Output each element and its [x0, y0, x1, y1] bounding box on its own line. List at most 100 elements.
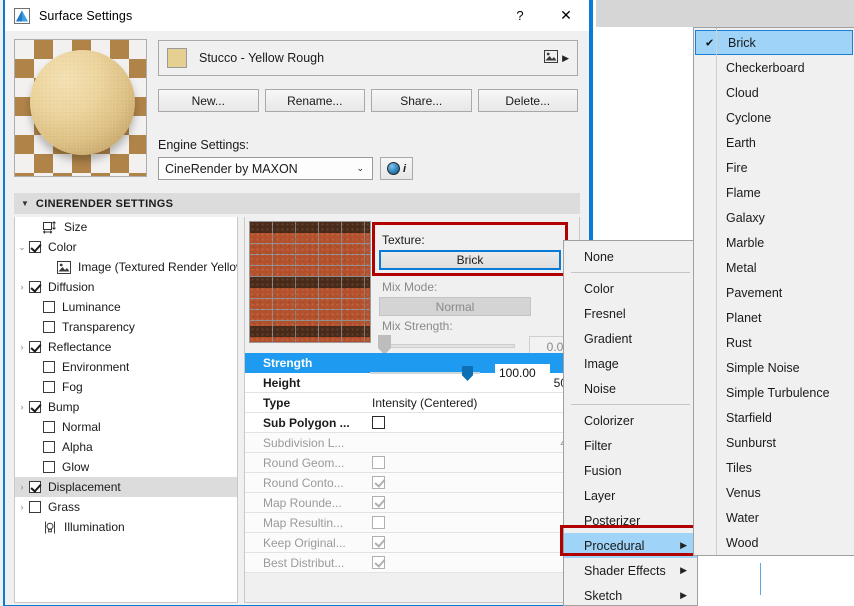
- engine-info-button[interactable]: i: [380, 157, 413, 180]
- engine-settings-dropdown[interactable]: CineRender by MAXON ⌄: [158, 157, 373, 180]
- submenu-item[interactable]: Wood: [694, 530, 854, 555]
- menu-item[interactable]: Posterizer: [564, 508, 697, 533]
- texture-shader-button[interactable]: Brick: [379, 250, 561, 270]
- property-row[interactable]: Height 50: [245, 373, 579, 393]
- property-checkbox[interactable]: [372, 456, 385, 469]
- new-button[interactable]: New...: [158, 89, 259, 112]
- submenu-item[interactable]: Metal: [694, 255, 854, 280]
- tree-checkbox[interactable]: [43, 421, 55, 433]
- collapsed-arrow-icon[interactable]: ›: [15, 502, 29, 512]
- material-name-field[interactable]: Stucco - Yellow Rough ▶: [158, 40, 578, 76]
- tree-checkbox[interactable]: [29, 481, 41, 493]
- mix-strength-slider-track[interactable]: [385, 344, 515, 348]
- property-checkbox[interactable]: [372, 476, 385, 489]
- shader-context-menu[interactable]: None Color Fresnel Gradient Image Noise Colori…: [563, 240, 698, 606]
- tree-checkbox[interactable]: [43, 361, 55, 373]
- share-button[interactable]: Share...: [371, 89, 472, 112]
- collapsed-arrow-icon[interactable]: ›: [15, 282, 29, 292]
- tree-checkbox[interactable]: [43, 461, 55, 473]
- submenu-item[interactable]: Fire: [694, 155, 854, 180]
- mix-mode-dropdown[interactable]: Normal: [379, 297, 531, 316]
- tree-row[interactable]: Alpha: [15, 437, 237, 457]
- brick-texture-preview[interactable]: [249, 221, 371, 343]
- menu-item[interactable]: Image: [564, 351, 697, 376]
- submenu-item[interactable]: Rust: [694, 330, 854, 355]
- menu-item[interactable]: Colorizer: [564, 408, 697, 433]
- tree-row[interactable]: Environment: [15, 357, 237, 377]
- mix-strength-slider-knob[interactable]: [378, 335, 391, 355]
- property-value[interactable]: [362, 516, 579, 529]
- tree-row[interactable]: › Bump: [15, 397, 237, 417]
- submenu-item[interactable]: Starfield: [694, 405, 854, 430]
- menu-item[interactable]: Layer: [564, 483, 697, 508]
- rename-button[interactable]: Rename...: [264, 89, 365, 112]
- tree-checkbox[interactable]: [29, 341, 41, 353]
- submenu-item[interactable]: Venus: [694, 480, 854, 505]
- tree-row[interactable]: Luminance: [15, 297, 237, 317]
- property-checkbox[interactable]: [372, 516, 385, 529]
- submenu-item[interactable]: Checkerboard: [694, 55, 854, 80]
- tree-row[interactable]: › Grass: [15, 497, 237, 517]
- tree-row[interactable]: Fog: [15, 377, 237, 397]
- tree-row[interactable]: › Displacement: [15, 477, 237, 497]
- tree-checkbox[interactable]: [29, 401, 41, 413]
- chevron-right-icon[interactable]: ▶: [562, 53, 569, 64]
- close-button[interactable]: ✕: [543, 1, 589, 31]
- submenu-item[interactable]: Simple Turbulence: [694, 380, 854, 405]
- tree-row[interactable]: Glow: [15, 457, 237, 477]
- property-checkbox[interactable]: [372, 416, 385, 429]
- property-checkbox[interactable]: [372, 556, 385, 569]
- tree-row[interactable]: › Reflectance: [15, 337, 237, 357]
- delete-button[interactable]: Delete...: [477, 89, 578, 112]
- submenu-item[interactable]: Sunburst: [694, 430, 854, 455]
- submenu-item[interactable]: Earth: [694, 130, 854, 155]
- property-row[interactable]: Round Geom...: [245, 453, 579, 473]
- tree-row[interactable]: Size: [15, 217, 237, 237]
- tree-row[interactable]: Image (Textured Render Yellow G:: [15, 257, 237, 277]
- property-value[interactable]: [362, 416, 579, 429]
- tree-checkbox[interactable]: [43, 301, 55, 313]
- collapsed-arrow-icon[interactable]: ›: [15, 402, 29, 412]
- property-value[interactable]: [362, 556, 579, 569]
- property-row[interactable]: Map Resultin...: [245, 513, 579, 533]
- property-row[interactable]: Strength 100.00: [245, 353, 579, 382]
- submenu-item[interactable]: Tiles: [694, 455, 854, 480]
- menu-item[interactable]: Color: [564, 276, 697, 301]
- property-row[interactable]: Best Distribut...: [245, 553, 579, 573]
- menu-item[interactable]: Noise: [564, 376, 697, 401]
- submenu-item[interactable]: Planet: [694, 305, 854, 330]
- help-button[interactable]: ?: [497, 1, 543, 31]
- property-checkbox[interactable]: [372, 536, 385, 549]
- property-checkbox[interactable]: [372, 496, 385, 509]
- property-row[interactable]: Type Intensity (Centered): [245, 393, 579, 413]
- menu-item[interactable]: Shader Effects ▶: [564, 558, 697, 583]
- expanded-arrow-icon[interactable]: ⌄: [15, 242, 29, 253]
- submenu-item[interactable]: Pavement: [694, 280, 854, 305]
- procedural-submenu[interactable]: ✔ Brick Checkerboard Cloud Cyclone Earth Fire F…: [693, 27, 854, 556]
- property-value[interactable]: [362, 456, 579, 469]
- submenu-item[interactable]: Galaxy: [694, 205, 854, 230]
- tree-row[interactable]: Illumination: [15, 517, 237, 537]
- submenu-item[interactable]: Flame: [694, 180, 854, 205]
- tree-checkbox[interactable]: [29, 281, 41, 293]
- property-value[interactable]: [362, 496, 579, 509]
- tree-row[interactable]: Transparency: [15, 317, 237, 337]
- collapsed-arrow-icon[interactable]: ›: [15, 482, 29, 492]
- submenu-item[interactable]: Marble: [694, 230, 854, 255]
- tree-checkbox[interactable]: [29, 501, 41, 513]
- submenu-item[interactable]: Water: [694, 505, 854, 530]
- submenu-item[interactable]: Cloud: [694, 80, 854, 105]
- property-row[interactable]: Sub Polygon ...: [245, 413, 579, 433]
- tree-row[interactable]: ⌄ Color: [15, 237, 237, 257]
- menu-item[interactable]: None: [564, 244, 697, 269]
- menu-item[interactable]: Gradient: [564, 326, 697, 351]
- menu-item[interactable]: Fusion: [564, 458, 697, 483]
- property-row[interactable]: Round Conto...: [245, 473, 579, 493]
- property-row[interactable]: Map Rounde...: [245, 493, 579, 513]
- menu-item[interactable]: Procedural ▶: [564, 533, 697, 558]
- property-row[interactable]: Keep Original...: [245, 533, 579, 553]
- property-value[interactable]: [362, 476, 579, 489]
- property-value[interactable]: 4: [362, 436, 579, 450]
- tree-checkbox[interactable]: [43, 381, 55, 393]
- property-value[interactable]: Intensity (Centered): [362, 396, 579, 410]
